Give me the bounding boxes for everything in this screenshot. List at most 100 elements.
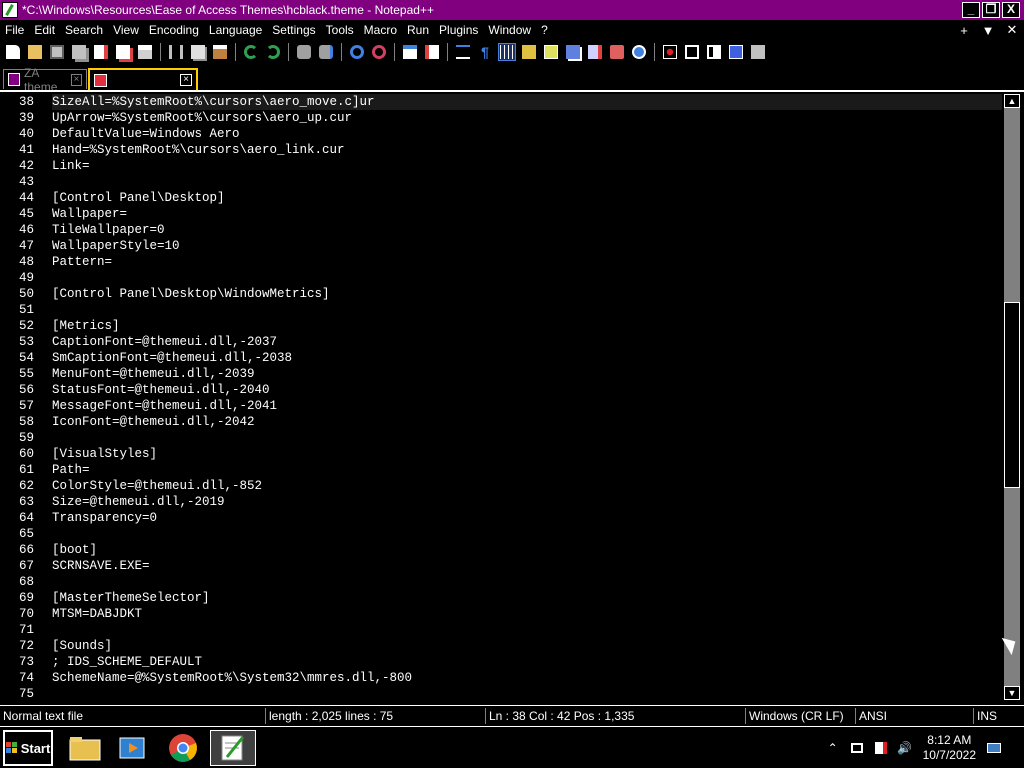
file-explorer-icon[interactable] <box>62 730 108 766</box>
code-line[interactable] <box>52 174 1002 190</box>
code-line[interactable]: MenuFont=@themeui.dll,-2039 <box>52 366 1002 382</box>
editor[interactable]: 38 39 40 41 42 43 44 45 46 47 48 49 50 51 52 53 54 55 56 57… <box>0 90 1024 702</box>
code-line[interactable]: MessageFont=@themeui.dll,-2041 <box>52 398 1002 414</box>
code-line[interactable]: Transparency=0 <box>52 510 1002 526</box>
menu-run[interactable]: Run <box>402 23 434 37</box>
code-line[interactable]: Hand=%SystemRoot%\cursors\aero_link.cur <box>52 142 1002 158</box>
notepadpp-app-icon[interactable] <box>2 2 18 18</box>
scroll-down-arrow-icon[interactable]: ▼ <box>1004 686 1020 700</box>
code-line[interactable]: SmCaptionFont=@themeui.dll,-2038 <box>52 350 1002 366</box>
sync-horizontal-icon[interactable] <box>423 43 441 61</box>
open-file-icon[interactable] <box>26 43 44 61</box>
notepadpp-icon[interactable] <box>210 730 256 766</box>
code-line[interactable] <box>52 270 1002 286</box>
indent-guide-icon[interactable] <box>498 43 516 61</box>
find-icon[interactable] <box>295 43 313 61</box>
close-doc-icon[interactable]: ✕ <box>1000 22 1024 38</box>
scroll-up-arrow-icon[interactable]: ▲ <box>1004 94 1020 108</box>
stop-record-icon[interactable] <box>683 43 701 61</box>
save-macro-icon[interactable] <box>749 43 767 61</box>
chrome-icon[interactable] <box>160 730 206 766</box>
code-line[interactable]: Wallpaper= <box>52 206 1002 222</box>
code-line[interactable]: [MasterThemeSelector] <box>52 590 1002 606</box>
menu-macro[interactable]: Macro <box>359 23 402 37</box>
play-macro-icon[interactable] <box>705 43 723 61</box>
code-line[interactable]: [Control Panel\Desktop] <box>52 190 1002 206</box>
replace-icon[interactable] <box>317 43 335 61</box>
undo-icon[interactable] <box>242 43 260 61</box>
code-line[interactable]: Path= <box>52 462 1002 478</box>
scrollbar-thumb[interactable] <box>1004 302 1020 488</box>
code-line[interactable]: ; IDS_SCHEME_DEFAULT <box>52 654 1002 670</box>
eye-icon[interactable] <box>630 43 648 61</box>
code-line[interactable]: [Sounds] <box>52 638 1002 654</box>
start-button[interactable]: Start <box>3 730 53 766</box>
save-icon[interactable] <box>48 43 66 61</box>
menu-settings[interactable]: Settings <box>267 23 320 37</box>
menu-view[interactable]: View <box>108 23 144 37</box>
code-line[interactable]: ColorStyle=@themeui.dll,-852 <box>52 478 1002 494</box>
code-line[interactable]: SchemeName=@%SystemRoot%\System32\mmres.… <box>52 670 1002 686</box>
tab-close-icon[interactable]: × <box>180 74 192 86</box>
copy-icon[interactable] <box>189 43 207 61</box>
code-line[interactable]: DefaultValue=Windows Aero <box>52 126 1002 142</box>
volume-icon[interactable]: 🔊 <box>896 739 914 757</box>
tab-active[interactable]: × <box>88 68 198 90</box>
code-line[interactable]: SizeAll=%SystemRoot%\cursors\aero_move.c… <box>52 94 1002 110</box>
code-line[interactable]: WallpaperStyle=10 <box>52 238 1002 254</box>
action-center-icon[interactable] <box>872 739 890 757</box>
code-line[interactable]: TileWallpaper=0 <box>52 222 1002 238</box>
redo-icon[interactable] <box>264 43 282 61</box>
code-line[interactable] <box>52 574 1002 590</box>
show-hidden-icons-icon[interactable]: ⌃ <box>824 739 842 757</box>
code-line[interactable] <box>52 430 1002 446</box>
clock[interactable]: 8:12 AM 10/7/2022 <box>923 733 976 763</box>
code-line[interactable]: MTSM=DABJDKT <box>52 606 1002 622</box>
code-line[interactable] <box>52 302 1002 318</box>
cut-icon[interactable] <box>167 43 185 61</box>
tab-list-icon[interactable]: ▼ <box>976 23 1000 38</box>
menu-language[interactable]: Language <box>204 23 267 37</box>
folder-workspace-icon[interactable] <box>586 43 604 61</box>
code-line[interactable] <box>52 622 1002 638</box>
code-line[interactable]: StatusFont=@themeui.dll,-2040 <box>52 382 1002 398</box>
menu-plugins[interactable]: Plugins <box>434 23 483 37</box>
maximize-button[interactable]: ❐ <box>982 2 1000 18</box>
title-bar[interactable]: *C:\Windows\Resources\Ease of Access The… <box>0 0 1024 20</box>
code-line[interactable]: CaptionFont=@themeui.dll,-2037 <box>52 334 1002 350</box>
tab-close-icon[interactable]: × <box>70 73 82 86</box>
sync-vertical-icon[interactable] <box>401 43 419 61</box>
close-all-icon[interactable] <box>114 43 132 61</box>
tab-za-theme[interactable]: ZA theme × <box>3 66 87 94</box>
network-icon[interactable] <box>848 739 866 757</box>
code-line[interactable]: Link= <box>52 158 1002 174</box>
word-wrap-icon[interactable] <box>454 43 472 61</box>
new-tab-icon[interactable]: + <box>952 23 976 38</box>
save-all-icon[interactable] <box>70 43 88 61</box>
vertical-scrollbar[interactable]: ▲ ▼ <box>1004 94 1020 700</box>
menu-window[interactable]: Window <box>483 23 536 37</box>
new-file-icon[interactable] <box>4 43 22 61</box>
monitoring-icon[interactable] <box>608 43 626 61</box>
code-line[interactable]: [Metrics] <box>52 318 1002 334</box>
close-button[interactable]: X <box>1002 2 1020 18</box>
show-all-chars-icon[interactable]: ¶ <box>476 43 494 61</box>
code-line[interactable]: Size=@themeui.dll,-2019 <box>52 494 1002 510</box>
code-line[interactable]: IconFont=@themeui.dll,-2042 <box>52 414 1002 430</box>
status-eol[interactable]: Windows (CR LF) <box>745 708 844 724</box>
close-icon[interactable] <box>92 43 110 61</box>
menu-help[interactable]: ? <box>536 23 553 37</box>
record-macro-icon[interactable] <box>661 43 679 61</box>
menu-search[interactable]: Search <box>60 23 108 37</box>
menu-tools[interactable]: Tools <box>321 23 359 37</box>
code-line[interactable]: [VisualStyles] <box>52 446 1002 462</box>
code-line[interactable] <box>52 686 1002 702</box>
paste-icon[interactable] <box>211 43 229 61</box>
function-list-icon[interactable] <box>564 43 582 61</box>
code-line[interactable] <box>52 526 1002 542</box>
menu-encoding[interactable]: Encoding <box>144 23 204 37</box>
show-desktop-button[interactable] <box>1006 730 1024 766</box>
minimize-button[interactable]: _ <box>962 2 980 18</box>
code-area[interactable]: SizeAll=%SystemRoot%\cursors\aero_move.c… <box>52 94 1002 702</box>
menu-edit[interactable]: Edit <box>29 23 60 37</box>
